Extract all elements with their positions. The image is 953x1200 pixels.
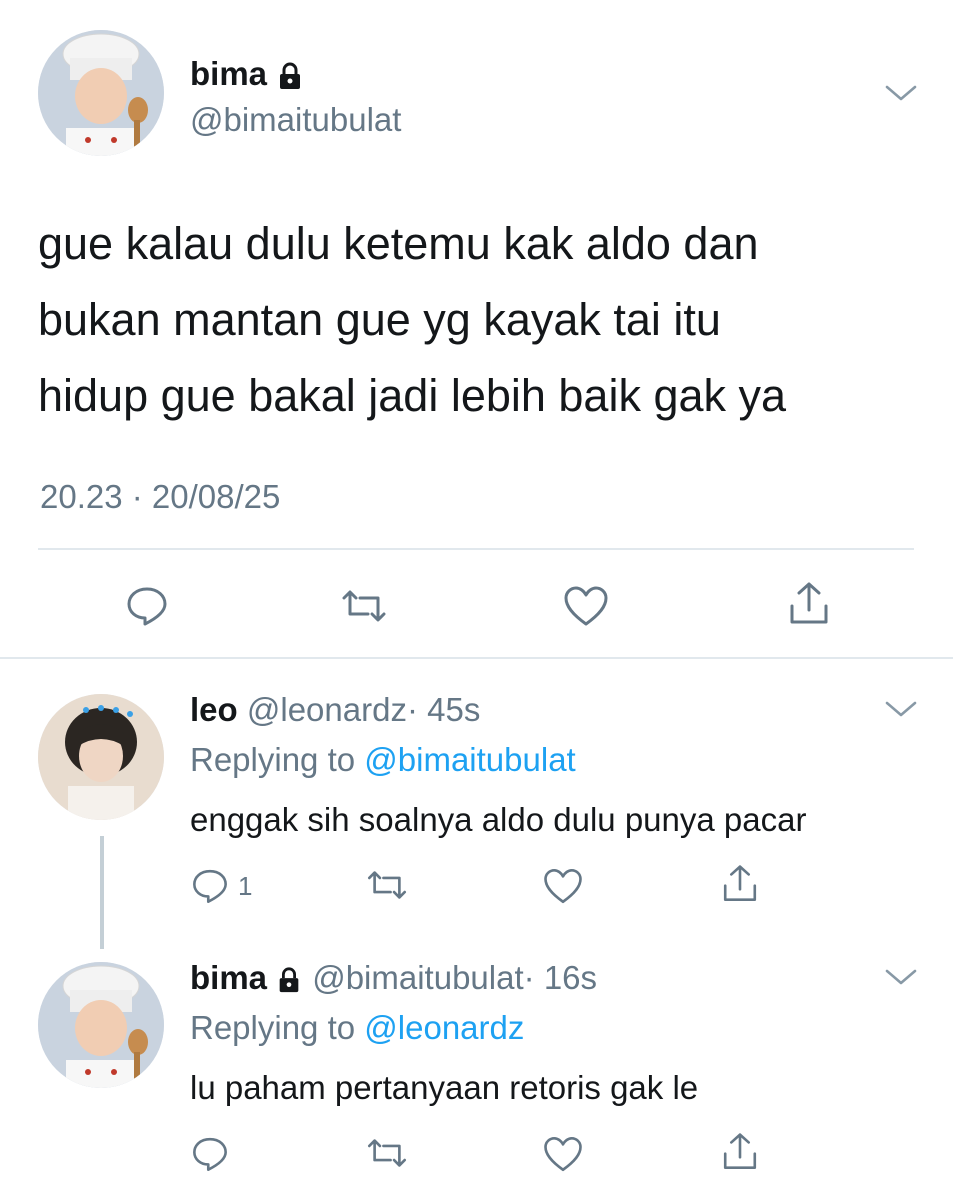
reply-header: bima @bimaitubulat· 16s (190, 958, 597, 998)
tweet-text-line: bukan mantan gue yg kayak tai itu (38, 294, 721, 345)
chevron-down-icon[interactable] (884, 966, 918, 988)
chevron-down-icon[interactable] (884, 82, 918, 104)
avatar-leo[interactable] (38, 694, 164, 820)
like-icon[interactable] (542, 1134, 584, 1174)
handle[interactable]: @bimaitubulat (312, 959, 523, 996)
handle[interactable]: @leonardz (247, 691, 407, 728)
divider (38, 548, 914, 550)
display-name[interactable]: bima (190, 959, 267, 996)
display-name[interactable]: bima (190, 54, 305, 94)
handle[interactable]: @bimaitubulat (190, 100, 401, 140)
tweet-text-line: hidup gue bakal jadi lebih baik gak ya (38, 370, 787, 421)
retweet-icon[interactable] (364, 1136, 410, 1170)
reply-icon[interactable] (190, 1134, 230, 1174)
like-icon[interactable] (562, 584, 610, 628)
display-name[interactable]: leo (190, 691, 238, 728)
chevron-down-icon[interactable] (884, 698, 918, 720)
share-icon[interactable] (720, 1130, 760, 1174)
reply-icon[interactable] (190, 866, 230, 906)
replying-to-label: Replying to (190, 1009, 356, 1046)
tweet-text-line: gue kalau dulu ketemu kak aldo dan (38, 218, 759, 269)
reply-icon[interactable] (124, 584, 170, 628)
replying-to-link[interactable]: @leonardz (364, 1009, 524, 1046)
replying-to: Replying to @bimaitubulat (190, 740, 576, 780)
relative-time[interactable]: · 45s (407, 691, 480, 728)
reply-text: lu paham pertanyaan retoris gak le (190, 1069, 699, 1106)
thread-line (100, 836, 104, 949)
reply-text: enggak sih soalnya aldo dulu punya pacar (190, 801, 807, 838)
replying-to-link[interactable]: @bimaitubulat (364, 741, 575, 778)
lock-icon (275, 966, 303, 994)
avatar-bima[interactable] (38, 962, 164, 1088)
share-icon[interactable] (720, 862, 760, 906)
share-icon[interactable] (786, 580, 832, 628)
leo-avatar-icon (38, 694, 164, 820)
timestamp[interactable]: 20.23 · 20/08/25 (40, 477, 280, 517)
reply-count: 1 (238, 871, 253, 901)
divider (0, 657, 953, 659)
display-name-text[interactable]: bima (190, 55, 267, 92)
replying-to-label: Replying to (190, 741, 356, 778)
retweet-icon[interactable] (338, 588, 390, 624)
retweet-icon[interactable] (364, 868, 410, 902)
tweet-text: gue kalau dulu ketemu kak aldo dan bukan… (38, 206, 786, 434)
chef-avatar-icon (38, 962, 164, 1088)
replying-to: Replying to @leonardz (190, 1008, 524, 1048)
avatar-bima[interactable] (38, 30, 164, 156)
lock-icon (275, 61, 305, 91)
chef-avatar-icon (38, 30, 164, 156)
reply-header: leo @leonardz· 45s (190, 690, 480, 730)
relative-time[interactable]: · 16s (524, 959, 597, 996)
like-icon[interactable] (542, 866, 584, 906)
